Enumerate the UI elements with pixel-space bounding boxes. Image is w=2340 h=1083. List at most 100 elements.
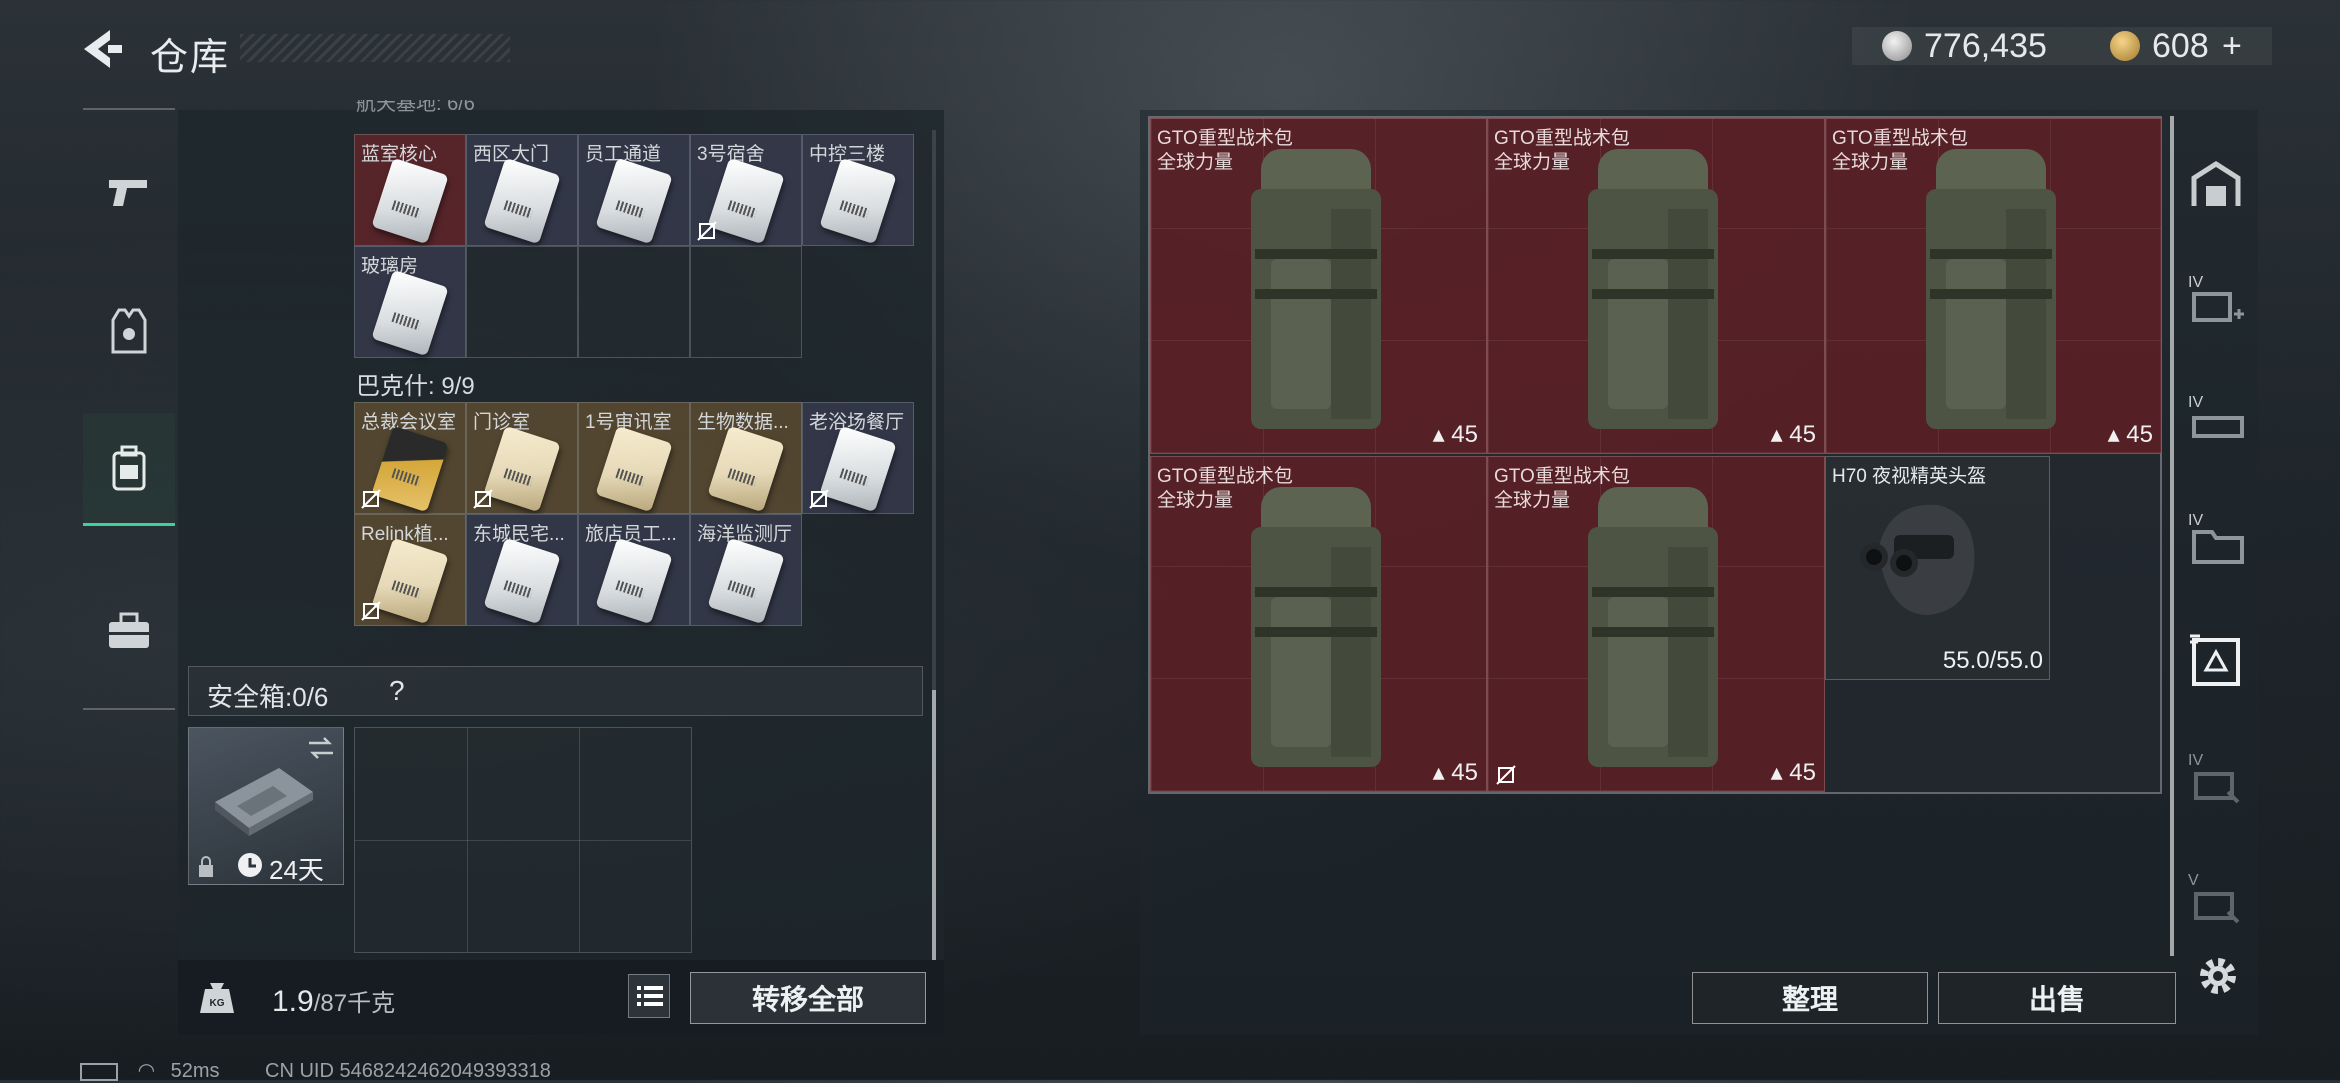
safe-box-label: 安全箱:0/6 xyxy=(207,682,329,712)
warehouse-icon[interactable] xyxy=(2186,154,2246,214)
left-category-rail xyxy=(83,108,175,712)
weight-icon: KG xyxy=(200,983,234,1013)
backpack-image xyxy=(1251,149,1381,429)
keycard-slot[interactable]: 玻璃房 xyxy=(354,246,466,358)
rail-tools[interactable] xyxy=(83,578,175,688)
keycard-icon xyxy=(595,425,673,513)
page-title: 仓库 xyxy=(150,37,231,79)
helmet-name: H70 夜视精英头盔 xyxy=(1832,466,1987,487)
no-bind-icon xyxy=(473,489,493,509)
keycard-slot[interactable]: 蓝室核心 xyxy=(354,134,466,246)
clock-icon xyxy=(238,853,262,877)
keycard-icon xyxy=(595,537,673,625)
lock-case-icon xyxy=(2194,772,2240,804)
rail-weapons[interactable] xyxy=(83,138,175,248)
capacity-badge: ▴ 45 xyxy=(1770,421,1816,448)
ping-readout: 52ms xyxy=(170,1060,220,1082)
backpack-item[interactable]: GTO重型战术包 全球力量 ▴ 45 xyxy=(1825,118,2162,454)
sort-button[interactable]: 整理 xyxy=(1692,972,1928,1024)
help-icon[interactable]: ? xyxy=(389,675,405,707)
capacity-badge: ▴ 45 xyxy=(2107,421,2153,448)
helmet-item[interactable]: H70 夜视精英头盔 55.0/55.0 xyxy=(1825,456,2050,680)
backpack-icon xyxy=(112,445,146,491)
capacity-icon: ▴ xyxy=(1432,421,1445,448)
keycard-slot[interactable]: 门诊室 xyxy=(466,402,578,514)
keycard-icon xyxy=(371,425,449,513)
pistol-icon xyxy=(109,180,147,206)
keycard-row: 总裁会议室 门诊室 1号审讯室 生物数据... 老浴场餐厅 xyxy=(354,402,914,514)
stash-page-2[interactable]: IV xyxy=(2186,394,2246,454)
backpack-image xyxy=(1588,149,1718,429)
weight-readout: 1.9/87千克 xyxy=(272,985,396,1018)
backpack-item[interactable]: GTO重型战术包 全球力量 ▴ 45 xyxy=(1150,118,1487,454)
no-bind-icon xyxy=(809,489,829,509)
gold-add-button[interactable]: + xyxy=(2222,27,2242,66)
keycard-slot[interactable]: Relink植... xyxy=(354,514,466,626)
safe-box-grid[interactable] xyxy=(354,727,692,953)
safe-box-item[interactable]: 24天 xyxy=(188,727,344,885)
backpack-image xyxy=(1926,149,2056,429)
keycard-slot[interactable]: 3号宿舍 xyxy=(690,134,802,246)
keycard-slot[interactable]: 海洋监测厅 xyxy=(690,514,802,626)
backpack-image xyxy=(1588,487,1718,767)
scrollbar-thumb[interactable] xyxy=(932,690,936,960)
safe-case-icon xyxy=(215,768,313,836)
swap-icon[interactable] xyxy=(307,736,335,760)
keycard-icon xyxy=(371,157,449,245)
lock-icon xyxy=(199,856,213,877)
section-title: 巴克什: 9/9 xyxy=(356,373,475,400)
status-bar: ◠ 52ms CN UID 5468242462049393318 xyxy=(80,1058,551,1083)
keycard-slot[interactable]: 旅店员工... xyxy=(578,514,690,626)
settings-gear-icon[interactable] xyxy=(2196,954,2240,998)
list-view-button[interactable] xyxy=(628,974,670,1018)
keycard-slot[interactable]: 1号审讯室 xyxy=(578,402,690,514)
capacity-badge: ▴ 45 xyxy=(1432,421,1478,448)
silver-amount: 776,435 xyxy=(1924,27,2047,65)
keycard-slot[interactable]: 员工通道 xyxy=(578,134,690,246)
transfer-all-button[interactable]: 转移全部 xyxy=(690,972,926,1024)
capacity-icon: ▴ xyxy=(1770,759,1783,786)
keycard-icon xyxy=(819,425,897,513)
keycard-case-icon xyxy=(2190,634,2240,686)
silver-coin-icon xyxy=(1882,31,1912,61)
keycard-icon xyxy=(819,157,897,245)
keycard-icon xyxy=(595,157,673,245)
stash-page-4-active[interactable] xyxy=(2186,630,2246,690)
uid-readout: CN UID 5468242462049393318 xyxy=(265,1060,551,1082)
vest-icon xyxy=(111,308,147,354)
keycard-slot[interactable]: 老浴场餐厅 xyxy=(802,402,914,514)
backpack-item[interactable]: GTO重型战术包 全球力量 ▴ 45 xyxy=(1150,456,1487,792)
keycard-slot[interactable]: 总裁会议室 xyxy=(354,402,466,514)
stash-scrollbar[interactable] xyxy=(2170,116,2174,956)
empty-slot xyxy=(690,246,802,358)
lock-case-icon xyxy=(2194,892,2240,924)
back-arrow-icon[interactable] xyxy=(80,26,126,72)
empty-slot xyxy=(578,246,690,358)
stash-grid[interactable]: GTO重型战术包 全球力量 ▴ 45 GTO重型战术包 全球力量 ▴ 45 GT… xyxy=(1148,116,2162,794)
keycard-icon xyxy=(483,425,561,513)
keycard-slot[interactable]: 生物数据... xyxy=(690,402,802,514)
stash-page-5[interactable]: IV xyxy=(2186,752,2246,812)
keycard-slot[interactable]: 东城民宅... xyxy=(466,514,578,626)
backpack-image xyxy=(1251,487,1381,767)
keycard-slot[interactable]: 西区大门 xyxy=(466,134,578,246)
safe-box-header: 安全箱:0/6 ? xyxy=(188,666,923,716)
wifi-icon: ◠ xyxy=(137,1060,156,1082)
no-bind-icon xyxy=(361,489,381,509)
gold-coin-icon xyxy=(2110,31,2140,61)
stash-page-1[interactable]: IV xyxy=(2186,274,2246,334)
keycard-slot[interactable]: 中控三楼 xyxy=(802,134,914,246)
backpack-item[interactable]: GTO重型战术包 全球力量 ▴ 45 xyxy=(1487,118,1825,454)
toolbox-icon xyxy=(109,612,149,648)
backpack-item[interactable]: GTO重型战术包 全球力量 ▴ 45 xyxy=(1487,456,1825,792)
empty-slot xyxy=(466,246,578,358)
stash-page-3[interactable]: IV xyxy=(2186,512,2246,572)
rail-backpack[interactable] xyxy=(83,413,175,526)
stash-page-6[interactable]: V xyxy=(2186,872,2246,932)
keycard-icon xyxy=(707,157,785,245)
rail-armor[interactable] xyxy=(83,278,175,388)
capacity-icon: ▴ xyxy=(1432,759,1445,786)
no-bind-icon xyxy=(361,601,381,621)
sell-button[interactable]: 出售 xyxy=(1938,972,2176,1024)
gold-amount: 608 xyxy=(2152,27,2209,65)
